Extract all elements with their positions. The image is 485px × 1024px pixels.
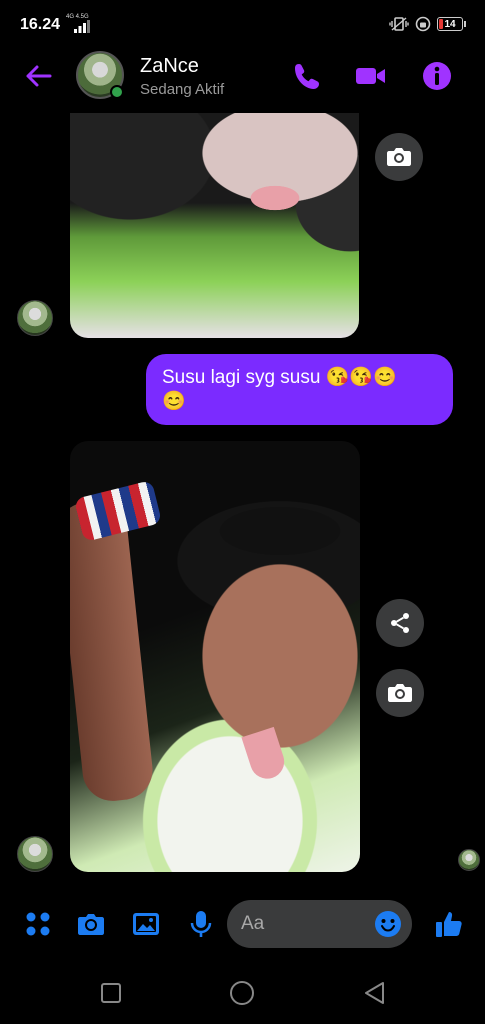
camera-icon	[387, 148, 411, 166]
smiley-icon[interactable]	[374, 910, 402, 938]
received-photo[interactable]	[70, 113, 359, 338]
microphone-icon[interactable]	[186, 909, 216, 939]
status-right: 14	[389, 16, 466, 32]
status-bar: 16.24 4G 4.5G 14	[0, 0, 485, 48]
photo-content	[241, 726, 289, 784]
save-photo-button[interactable]	[375, 133, 423, 181]
camera-icon	[388, 684, 412, 702]
received-photo[interactable]	[70, 441, 360, 872]
save-photo-button[interactable]	[376, 669, 424, 717]
online-indicator	[110, 85, 124, 99]
contact-status: Sedang Aktif	[140, 81, 225, 98]
thumbs-up-icon[interactable]	[434, 909, 464, 939]
system-navigation-bar	[0, 965, 485, 1024]
arrow-left-icon[interactable]	[22, 60, 54, 92]
share-icon	[391, 613, 409, 633]
recent-apps-icon[interactable]	[97, 979, 125, 1007]
sent-message-bubble[interactable]: Susu lagi syg susu 😘😘😊 😊	[146, 354, 453, 425]
sender-avatar[interactable]	[17, 836, 53, 872]
camera-icon[interactable]	[76, 909, 106, 939]
message-text: Susu lagi syg susu 😘😘😊 😊	[162, 367, 397, 412]
vibrate-icon	[389, 17, 409, 31]
message-input-container[interactable]	[227, 900, 412, 948]
video-camera-icon[interactable]	[355, 60, 387, 92]
info-icon[interactable]	[421, 60, 453, 92]
status-time: 16.24	[20, 16, 61, 33]
signal-icon	[74, 20, 90, 33]
photo-content	[70, 498, 156, 804]
message-composer	[0, 895, 485, 955]
battery-level: 14	[444, 18, 456, 30]
share-photo-button[interactable]	[376, 599, 424, 647]
read-receipt-avatar	[458, 849, 480, 871]
battery-icon: 14	[437, 17, 466, 31]
phone-icon[interactable]	[292, 60, 324, 92]
home-icon[interactable]	[228, 979, 256, 1007]
contact-name[interactable]: ZaNce	[140, 55, 199, 78]
conversation-header: ZaNce Sedang Aktif	[0, 48, 485, 104]
sender-avatar[interactable]	[17, 300, 53, 336]
message-input[interactable]	[241, 912, 361, 936]
back-icon[interactable]	[361, 979, 389, 1007]
image-icon[interactable]	[131, 909, 161, 939]
alarm-icon	[415, 16, 431, 32]
photo-content	[73, 479, 163, 543]
four-dots-icon[interactable]	[23, 909, 53, 939]
